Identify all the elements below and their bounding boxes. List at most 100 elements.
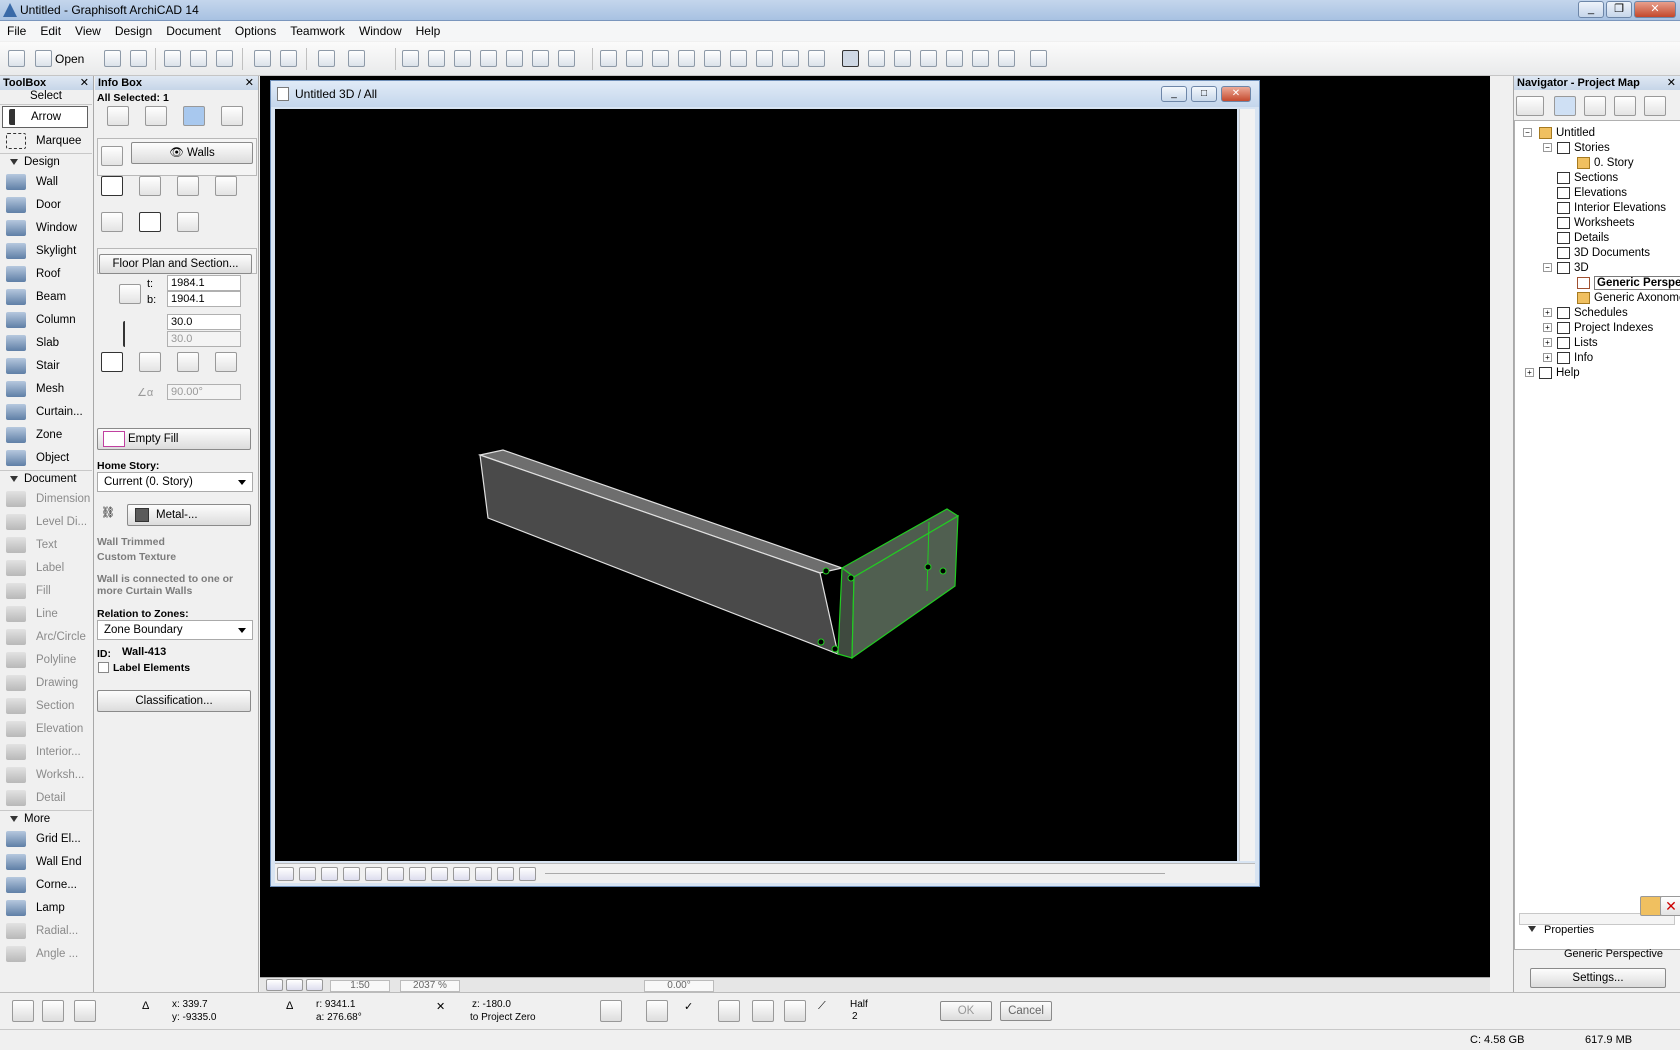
fillet-icon[interactable]: [480, 50, 497, 67]
tree-item-sections[interactable]: Sections: [1557, 170, 1618, 186]
construction-grid-icon[interactable]: [74, 1000, 96, 1022]
slanted-wall-icon[interactable]: [139, 352, 161, 372]
tree-item-lists[interactable]: + Lists: [1543, 335, 1598, 351]
camera-icon[interactable]: [894, 50, 911, 67]
zoom-level-field[interactable]: 2037 %: [400, 980, 460, 992]
design-section-header[interactable]: Design: [0, 153, 92, 170]
paste-icon[interactable]: [216, 50, 233, 67]
open-folder-icon[interactable]: [35, 50, 52, 67]
window-3d-minimize-button[interactable]: _: [1161, 86, 1187, 102]
hotspot-6[interactable]: [939, 567, 947, 575]
tool-zone[interactable]: Zone: [0, 424, 92, 446]
shading-icon[interactable]: [868, 50, 885, 67]
tool-interior-elevation[interactable]: Interior...: [0, 741, 92, 763]
previous-zoom-icon[interactable]: [475, 867, 492, 881]
cancel-button[interactable]: Cancel: [1000, 1001, 1052, 1021]
tool-column[interactable]: Column: [0, 309, 92, 331]
tool-section[interactable]: Section: [0, 695, 92, 717]
3d-canvas[interactable]: [275, 109, 1237, 861]
tree-item-story-0[interactable]: 0. Story: [1577, 155, 1634, 171]
tool-text[interactable]: Text: [0, 534, 92, 556]
copy-icon[interactable]: [190, 50, 207, 67]
tool-worksheet[interactable]: Worksh...: [0, 764, 92, 786]
publisher-sets-icon[interactable]: [1644, 96, 1666, 116]
cursor-snap-icon[interactable]: [646, 1000, 668, 1022]
double-slanted-wall-icon[interactable]: [177, 352, 199, 372]
orbit-icon[interactable]: [277, 867, 294, 881]
undo-icon[interactable]: [254, 50, 271, 67]
wireframe-toggle-icon[interactable]: [842, 50, 859, 67]
tool-wall[interactable]: Wall: [0, 171, 92, 193]
zoom-minus-icon[interactable]: [387, 867, 404, 881]
tool-skylight[interactable]: Skylight: [0, 240, 92, 262]
check-icon[interactable]: ✓: [684, 1000, 706, 1022]
close-button[interactable]: ✕: [1634, 1, 1676, 18]
tool-grid-element[interactable]: Grid El...: [0, 828, 92, 850]
expand-triangle-icon[interactable]: [1528, 926, 1536, 932]
tree-item-elevations[interactable]: Elevations: [1557, 185, 1627, 201]
tool-roof[interactable]: Roof: [0, 263, 92, 285]
relation-to-zones-dropdown[interactable]: Zone Boundary: [97, 620, 253, 640]
thickness-t-field[interactable]: 1984.1: [167, 275, 241, 291]
tool-radial-dimension[interactable]: Radial...: [0, 920, 92, 942]
height-field[interactable]: 30.0: [167, 314, 241, 330]
tree-item-project-indexes[interactable]: + Project Indexes: [1543, 320, 1653, 336]
hotspot-5[interactable]: [924, 563, 932, 571]
view-map-icon[interactable]: [1584, 96, 1606, 116]
tree-item-untitled[interactable]: − Untitled: [1523, 125, 1595, 141]
zoom-plus-icon[interactable]: [365, 867, 382, 881]
paint-icon[interactable]: [1030, 50, 1047, 67]
tool-stair[interactable]: Stair: [0, 355, 92, 377]
relative-icon[interactable]: [718, 1000, 740, 1022]
find-select-icon[interactable]: [318, 50, 335, 67]
pan-icon[interactable]: [409, 867, 426, 881]
zoom-icon[interactable]: [782, 50, 799, 67]
3d-view-icon[interactable]: [808, 50, 825, 67]
hotspot-4[interactable]: [831, 645, 839, 653]
tree-item-schedules[interactable]: + Schedules: [1543, 305, 1628, 321]
horizontal-scrollbar[interactable]: [545, 873, 1165, 874]
tree-item-stories[interactable]: − Stories: [1543, 140, 1610, 156]
tool-polyline[interactable]: Polyline: [0, 649, 92, 671]
menu-view[interactable]: View: [68, 24, 108, 38]
settings-button[interactable]: Settings...: [1530, 968, 1666, 988]
window-3d-close-button[interactable]: ✕: [1221, 86, 1251, 102]
tree-item-3d[interactable]: −3D: [1543, 260, 1589, 276]
next-zoom-icon[interactable]: [497, 867, 514, 881]
layout-book-icon[interactable]: [1614, 96, 1636, 116]
navigator-popup-icon[interactable]: [1516, 96, 1544, 116]
hotspot-1[interactable]: [822, 567, 830, 575]
walk-icon[interactable]: [453, 867, 470, 881]
guide-lines-icon[interactable]: [600, 1000, 622, 1022]
thickness-b-field[interactable]: 1904.1: [167, 291, 241, 307]
ok-button[interactable]: OK: [940, 1001, 992, 1021]
id-field[interactable]: Wall-413: [119, 645, 253, 661]
tool-level-dimension[interactable]: Level Di...: [0, 511, 92, 533]
menu-file[interactable]: File: [0, 24, 33, 38]
special-snap-icon[interactable]: [752, 1000, 774, 1022]
ref-line-inside-icon[interactable]: [177, 212, 199, 232]
hotspot-2[interactable]: [847, 574, 855, 582]
fit-in-window-icon[interactable]: [321, 867, 338, 881]
tool-settings-button[interactable]: 👁 Walls: [131, 142, 253, 164]
close-cursor-icon[interactable]: [12, 1000, 34, 1022]
hatch-icon[interactable]: [756, 50, 773, 67]
tool-marquee[interactable]: Marquee: [0, 130, 92, 152]
navigate-icon[interactable]: [519, 867, 536, 881]
trapezoid-wall-icon[interactable]: [177, 176, 199, 196]
rotate-icon[interactable]: [431, 867, 448, 881]
explode-icon[interactable]: [532, 50, 549, 67]
new-folder-icon[interactable]: [1640, 896, 1662, 916]
pick-up-icon[interactable]: [183, 106, 205, 126]
close-icon[interactable]: ✕: [80, 76, 89, 90]
tree-item-generic-axonometry[interactable]: Generic Axonome: [1577, 290, 1680, 306]
adjust-icon[interactable]: [428, 50, 445, 67]
curved-wall-icon[interactable]: [139, 176, 161, 196]
close-icon[interactable]: ✕: [245, 76, 254, 90]
ref-line-center-icon[interactable]: [139, 212, 161, 232]
zoom-window-icon[interactable]: [299, 867, 316, 881]
menu-teamwork[interactable]: Teamwork: [283, 24, 352, 38]
section-cut-icon[interactable]: [946, 50, 963, 67]
close-icon[interactable]: ✕: [1667, 76, 1676, 90]
grid-icon[interactable]: [972, 50, 989, 67]
